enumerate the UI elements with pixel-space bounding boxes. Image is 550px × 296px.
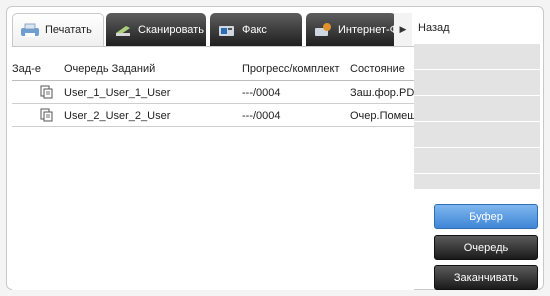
column-header-job: Зад-е xyxy=(12,63,41,75)
tab-print-label: Печатать xyxy=(45,24,92,36)
printer-icon xyxy=(21,23,39,37)
empty-slot xyxy=(414,173,540,189)
back-button[interactable]: Назад xyxy=(414,13,540,43)
play-arrow-icon: ▶ xyxy=(399,24,407,34)
scanner-icon xyxy=(116,25,130,36)
tab-bar: Печатать Сканировать Факс Интернет-Факс … xyxy=(12,13,412,46)
empty-slot xyxy=(414,121,540,147)
column-header-status: Состояние xyxy=(350,63,405,75)
down-arrow-icon xyxy=(482,229,490,233)
empty-slot xyxy=(414,43,540,69)
column-header-progress: Прогресс/комплект xyxy=(242,63,340,75)
queue-button[interactable]: Очередь xyxy=(434,235,538,260)
table-row[interactable]: User_2_User_2_User ---/0004 Очер.Помещ. xyxy=(12,105,419,127)
job-list-area: Зад-е Очередь Заданий Прогресс/комплект … xyxy=(12,46,421,290)
tab-scan-label: Сканировать xyxy=(138,23,204,36)
finish-button[interactable]: Заканчивать xyxy=(434,265,538,290)
tab-fax[interactable]: Факс xyxy=(210,13,302,46)
back-button-label: Назад xyxy=(418,22,450,34)
tab-scroll-button[interactable]: ▶ xyxy=(394,13,412,46)
tab-fax-label: Факс xyxy=(242,23,267,36)
column-header-queue: Очередь Заданий xyxy=(64,63,156,75)
queue-button-label: Очередь xyxy=(463,241,509,254)
tab-internet-fax[interactable]: Интернет-Факс xyxy=(306,13,396,46)
side-panel: Назад Буфер Очередь Заканчивать xyxy=(414,6,544,290)
document-icon xyxy=(40,108,53,122)
job-progress: ---/0004 xyxy=(242,110,281,122)
job-progress: ---/0004 xyxy=(242,87,281,99)
tab-print[interactable]: Печатать xyxy=(12,13,104,46)
empty-slot xyxy=(414,95,540,121)
empty-slot xyxy=(414,147,540,173)
finish-button-label: Заканчивать xyxy=(453,271,519,284)
document-icon xyxy=(40,85,53,99)
buffer-button-label: Буфер xyxy=(469,210,503,223)
job-status: Заш.фор.PDF xyxy=(350,87,421,99)
down-arrow-icon xyxy=(482,260,490,264)
tab-scan[interactable]: Сканировать xyxy=(106,13,206,46)
internet-fax-icon xyxy=(315,22,331,36)
empty-slot xyxy=(414,69,540,95)
job-status: Очер.Помещ. xyxy=(350,110,420,122)
buffer-button[interactable]: Буфер xyxy=(434,204,538,229)
job-name: User_1_User_1_User xyxy=(64,87,171,99)
job-name: User_2_User_2_User xyxy=(64,110,171,122)
table-row[interactable]: User_1_User_1_User ---/0004 Заш.фор.PDF xyxy=(12,82,421,104)
tab-internet-fax-label: Интернет-Факс xyxy=(338,23,396,36)
table-header: Зад-е Очередь Заданий Прогресс/комплект … xyxy=(12,47,414,81)
fax-icon xyxy=(219,25,234,36)
